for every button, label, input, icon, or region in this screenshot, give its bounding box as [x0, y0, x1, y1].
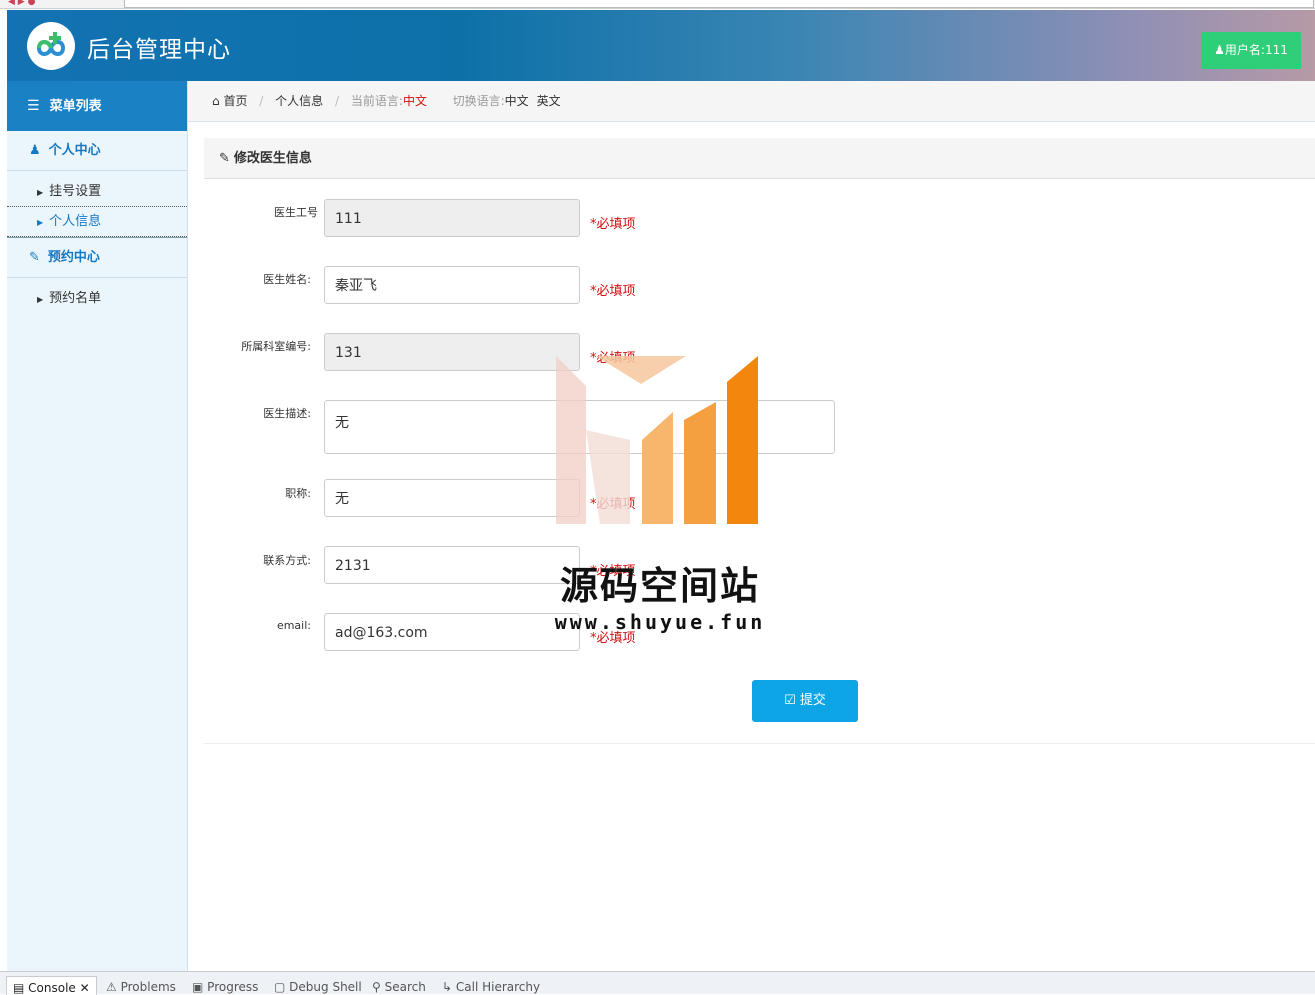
sidebar-item-label: 个人信息	[49, 214, 102, 229]
ide-tab-debug-shell[interactable]: ▢ Debug Shell	[274, 980, 362, 994]
progress-icon: ▣	[192, 980, 204, 994]
sidebar-item-label: 预约名单	[49, 291, 102, 306]
breadcrumb-home[interactable]: 首页	[223, 94, 247, 108]
app-header: 后台管理中心 ♟用户名:111	[7, 10, 1315, 81]
required-hint: *必填项	[590, 497, 636, 512]
ide-tab-console[interactable]: ▤ Console ✕	[6, 976, 97, 995]
doctor-id-input[interactable]: 111	[324, 199, 580, 237]
department-id-input[interactable]: 131	[324, 333, 580, 371]
home-icon: ⌂	[212, 94, 220, 108]
sidebar-submenu: ▶ 预约名单	[7, 278, 187, 314]
doctor-name-input[interactable]: 秦亚飞	[324, 266, 580, 304]
field-label-title: 职称:	[285, 487, 311, 500]
field-label-contact: 联系方式:	[263, 554, 311, 567]
caret-right-icon: ▶	[37, 295, 44, 304]
required-hint: *必填项	[590, 217, 636, 232]
description-textarea[interactable]: 无	[324, 400, 835, 454]
list-icon: ☰	[27, 98, 40, 114]
current-language-value: 中文	[402, 94, 427, 108]
current-language-label: 当前语言:	[350, 94, 403, 108]
browser-toolbar: ◀ ▶ ●	[0, 0, 1315, 9]
sidebar: ☰ 菜单列表 ♟ 个人中心 ▶ 挂号设置 ▶ 个人信息 ✎ 预约中心 ▶ 预约名单	[7, 81, 188, 971]
problems-icon: ⚠	[106, 980, 117, 994]
breadcrumb-current: 个人信息	[275, 94, 324, 108]
sidebar-item-label: 挂号设置	[49, 184, 102, 199]
ide-bottom-bar: ▤ Console ✕ ⚠ Problems ▣ Progress ▢ Debu…	[0, 971, 1315, 995]
required-hint: *必填项	[590, 564, 636, 579]
edit-icon: ✎	[219, 151, 230, 166]
sidebar-submenu: ▶ 挂号设置 ▶ 个人信息	[7, 171, 187, 238]
ide-tab-problems[interactable]: ⚠ Problems	[106, 980, 176, 994]
console-icon: ▤	[13, 981, 25, 995]
ide-tab-search[interactable]: ⚲ Search	[372, 980, 426, 994]
required-hint: *必填项	[590, 351, 636, 366]
ide-tab-label: Problems	[120, 980, 176, 994]
submit-button[interactable]: ☑ 提交	[752, 680, 858, 722]
panel-divider	[204, 743, 1315, 744]
field-label-email: email:	[276, 619, 311, 632]
sidebar-group-personal-center[interactable]: ♟ 个人中心	[7, 131, 187, 171]
field-label-doctor-name: 医生姓名:	[263, 273, 311, 286]
user-icon: ♟	[29, 143, 41, 158]
required-hint: *必填项	[590, 284, 636, 299]
browser-nav-icons[interactable]: ◀ ▶ ●	[8, 0, 35, 7]
sidebar-menu-title: ☰ 菜单列表	[7, 81, 187, 131]
ide-tab-progress[interactable]: ▣ Progress	[192, 980, 258, 994]
required-hint: *必填项	[590, 631, 636, 646]
sidebar-item-appointment-list[interactable]: ▶ 预约名单	[7, 284, 187, 314]
email-input[interactable]: ad@163.com	[324, 613, 580, 651]
app-logo	[27, 22, 75, 70]
sidebar-item-registration-settings[interactable]: ▶ 挂号设置	[7, 177, 187, 207]
panel-header: ✎ 修改医生信息	[204, 138, 1315, 179]
hierarchy-icon: ↳	[442, 980, 453, 994]
sidebar-group-appointment-center[interactable]: ✎ 预约中心	[7, 238, 187, 278]
logo-icon	[36, 32, 66, 56]
user-icon: ♟	[1214, 43, 1225, 57]
field-label-doctor-id: 医生工号	[274, 206, 318, 219]
breadcrumb: ⌂ 首页 / 个人信息 / 当前语言:中文 切换语言:中文 英文	[188, 81, 1315, 122]
switch-language-label: 切换语言:	[452, 94, 505, 108]
ide-tab-label: Console	[28, 981, 76, 995]
breadcrumb-separator: /	[259, 94, 264, 108]
submit-label: 提交	[799, 693, 826, 708]
sidebar-group-label: 预约中心	[47, 250, 100, 265]
user-button[interactable]: ♟用户名:111	[1201, 32, 1301, 69]
search-icon: ⚲	[372, 980, 381, 994]
ide-tab-call-hierarchy[interactable]: ↳ Call Hierarchy	[442, 980, 540, 994]
ide-tab-label: Progress	[207, 980, 259, 994]
check-square-icon: ☑	[784, 693, 796, 708]
caret-right-icon: ▶	[37, 188, 44, 197]
lang-link-english[interactable]: 英文	[537, 94, 561, 108]
breadcrumb-separator: /	[335, 94, 340, 108]
field-label-department-id: 所属科室编号:	[241, 340, 311, 353]
panel-title: 修改医生信息	[233, 151, 312, 166]
sidebar-item-personal-info[interactable]: ▶ 个人信息	[7, 207, 187, 237]
field-label-description: 医生描述:	[263, 407, 311, 420]
sidebar-group-label: 个人中心	[48, 143, 101, 158]
edit-icon: ✎	[29, 250, 40, 265]
sidebar-menu-title-label: 菜单列表	[49, 99, 102, 114]
title-input[interactable]: 无	[324, 479, 580, 517]
caret-right-icon: ▶	[37, 218, 44, 227]
debug-shell-icon: ▢	[274, 980, 286, 994]
user-label: 用户名:111	[1224, 43, 1288, 57]
ide-tab-label: Search	[384, 980, 426, 994]
app-title: 后台管理中心	[87, 37, 231, 63]
ide-tab-label: Call Hierarchy	[455, 980, 541, 994]
lang-link-chinese[interactable]: 中文	[505, 94, 529, 108]
contact-input[interactable]: 2131	[324, 546, 580, 584]
close-icon[interactable]: ✕	[80, 981, 90, 995]
address-bar[interactable]	[124, 0, 1314, 8]
ide-tab-label: Debug Shell	[289, 980, 362, 994]
